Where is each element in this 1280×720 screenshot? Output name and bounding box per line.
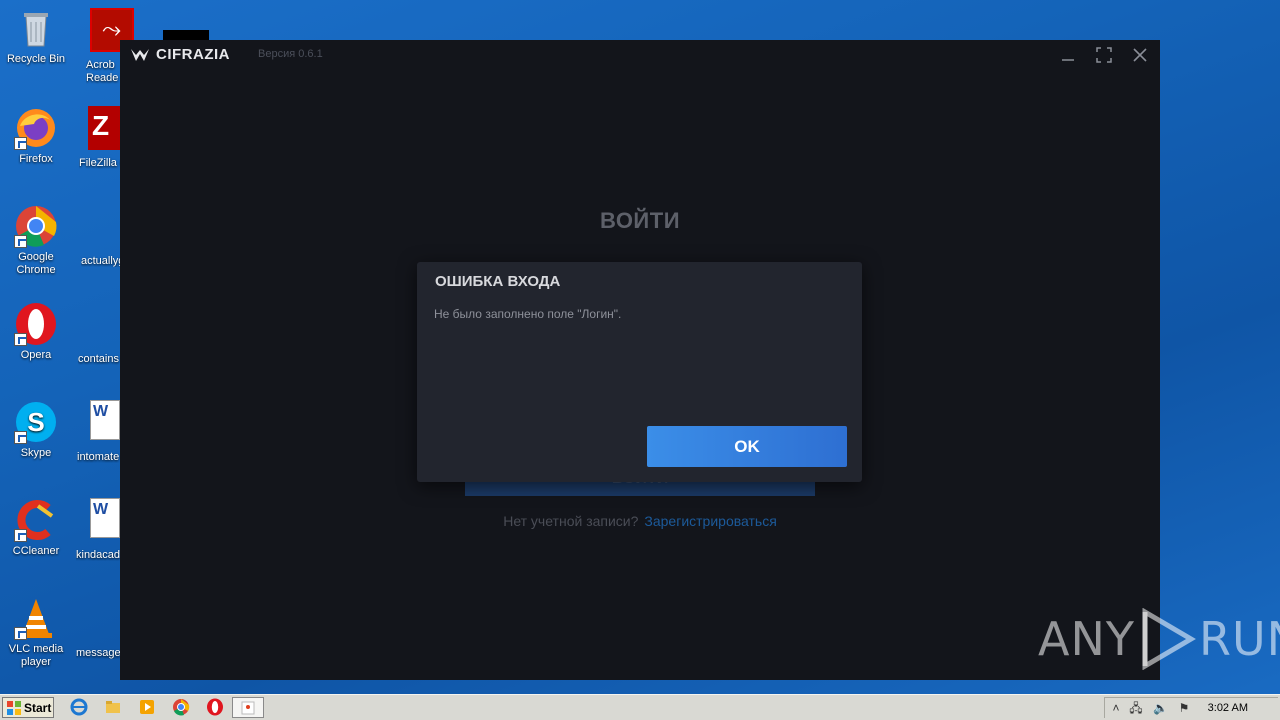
start-label: Start [24, 700, 52, 715]
taskbar-clock[interactable]: 3:02 AM [1208, 702, 1248, 714]
shortcut-arrow-icon [14, 529, 27, 542]
shortcut-arrow-icon [14, 137, 27, 150]
recycle-bin-icon [14, 6, 58, 50]
taskbar-active-app-button[interactable] [232, 697, 264, 718]
svg-text:S: S [27, 407, 44, 437]
taskbar: Start ˄ 🖧 🔈 ⚑ 3:02 AM [0, 694, 1280, 720]
login-title: ВОЙТИ [599, 208, 680, 233]
app-titlebar[interactable]: CIFRAZIA Версия 0.6.1 [120, 40, 1160, 70]
windows-logo-icon [7, 700, 21, 715]
desktop-icon-label: actuallyg [81, 255, 121, 267]
no-account-text: Нет учетной записи? [503, 513, 639, 529]
shortcut-arrow-icon [14, 235, 27, 248]
watermark-text-left: ANY [1038, 612, 1135, 666]
desktop-icon-label: Firefox [19, 153, 53, 165]
desktop-icon-ccleaner[interactable]: CCleaner [0, 498, 72, 558]
start-button[interactable]: Start [2, 697, 54, 718]
desktop-icon-label: Google Chrome [16, 251, 56, 276]
register-link[interactable]: Зарегистрироваться [644, 513, 776, 529]
chrome-taskbar-icon[interactable] [172, 698, 190, 716]
shortcut-arrow-icon [14, 627, 27, 640]
desktop-icon-word-doc[interactable]: W [90, 400, 120, 440]
system-tray: ˄ 🖧 🔈 ⚑ 3:02 AM [1104, 697, 1278, 718]
word-doc-icon: W [93, 403, 109, 420]
desktop-icon-label: Acrob Reade [86, 59, 119, 84]
ccleaner-icon [14, 498, 58, 542]
media-player-icon[interactable] [138, 698, 156, 716]
ok-button[interactable]: OK [647, 426, 847, 467]
desktop-icon-label: VLC media player [8, 643, 64, 668]
volume-icon[interactable]: 🔈 [1153, 701, 1168, 715]
app-version: Версия 0.6.1 [258, 48, 323, 60]
shortcut-arrow-icon [14, 333, 27, 346]
filezilla-icon: Z [92, 110, 110, 141]
desktop-icon-opera[interactable]: Opera [0, 302, 72, 362]
desktop-icon-label: Recycle Bin [6, 53, 66, 65]
cifrazia-taskbar-icon [241, 701, 255, 715]
desktop-icon-google-chrome[interactable]: Google Chrome [0, 204, 72, 277]
login-error-dialog: ОШИБКА ВХОДА Не было заполнено поле "Лог… [417, 262, 862, 482]
maximize-icon [1096, 47, 1112, 63]
desktop-icon-vlc[interactable]: VLC media player [0, 596, 72, 669]
maximize-button[interactable] [1094, 45, 1114, 65]
play-triangle-icon [1142, 608, 1196, 670]
watermark-text-right: RUN [1198, 612, 1280, 666]
desktop-icon-label: intomate [77, 451, 120, 463]
acrobat-icon: ⤳ [102, 16, 122, 43]
tray-expand-icon[interactable]: ˄ [1109, 701, 1123, 715]
desktop-icon-label: contains [78, 353, 119, 365]
network-icon[interactable]: 🖧 [1129, 701, 1143, 715]
word-doc-icon: W [93, 501, 109, 518]
app-logo: CIFRAZIA [130, 46, 230, 63]
desktop-icon-label: message [76, 647, 121, 659]
minimize-icon [1062, 59, 1074, 61]
desktop-icon-recycle-bin[interactable]: Recycle Bin [0, 6, 72, 66]
skype-icon: S [14, 400, 58, 444]
vlc-cone-icon [14, 596, 58, 640]
minimize-button[interactable] [1058, 45, 1078, 65]
desktop-icon-label: Opera [20, 349, 52, 361]
internet-explorer-icon[interactable] [70, 698, 88, 716]
dialog-message: Не было заполнено поле "Логин". [434, 307, 622, 321]
cifrazia-logo-icon [131, 48, 149, 61]
desktop-icon-label: FileZilla C [79, 157, 121, 169]
dialog-title: ОШИБКА ВХОДА [435, 273, 561, 290]
opera-icon [14, 302, 58, 346]
desktop-icon-label: CCleaner [12, 545, 60, 557]
chrome-icon [14, 204, 58, 248]
opera-taskbar-icon[interactable] [206, 698, 224, 716]
desktop-icon-word-doc-2[interactable]: W [90, 498, 120, 538]
firefox-icon [14, 106, 58, 150]
close-icon [1133, 48, 1147, 62]
register-prompt: Нет учетной записи? Зарегистрироваться [120, 513, 1160, 529]
shortcut-arrow-icon [14, 431, 27, 444]
desktop-icon-label: Skype [20, 447, 52, 459]
desktop-icon-filezilla[interactable]: Z [88, 106, 122, 150]
app-name: CIFRAZIA [156, 46, 230, 63]
file-explorer-icon[interactable] [104, 698, 122, 716]
desktop-icon-firefox[interactable]: Firefox [0, 106, 72, 166]
close-button[interactable] [1130, 45, 1150, 65]
action-center-flag-icon[interactable]: ⚑ [1177, 701, 1191, 715]
desktop-icon-label: kindacad [76, 549, 121, 561]
desktop-icon-skype[interactable]: S Skype [0, 400, 72, 460]
anyrun-watermark: ANY RUN [1038, 608, 1280, 670]
